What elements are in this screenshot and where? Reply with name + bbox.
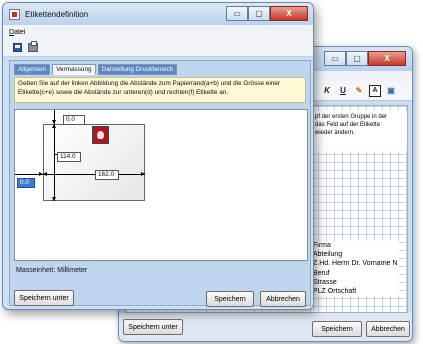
height-line <box>54 124 55 201</box>
tab-panel: Allgemein Vermassung Darstellung Druckbe… <box>9 60 311 307</box>
label-field-list: Firma Abteilung Z.Hd. Herrn Dr. Vorname … <box>311 241 400 297</box>
dialog-window-controls: ▭ ▢ X <box>226 6 308 21</box>
unit-label: Masseinheit: Millimeter <box>16 267 88 274</box>
background-info-text: pf der ersten Gruppe in der das Feld auf… <box>313 111 407 151</box>
width-line <box>43 174 145 175</box>
page-diagram: 0.0 114.0 162.0 0.0 <box>14 109 308 261</box>
arrow-down-icon <box>52 197 56 201</box>
desktop: ▭ ▢ X F K U ✎ A ▣ pf der ersten Gruppe i… <box>0 0 423 344</box>
color-icon[interactable]: ✎ <box>353 85 365 97</box>
background-button-bar: Speichern unter Speichern Abbrechen <box>119 313 412 341</box>
app-icon <box>9 8 20 20</box>
label-field[interactable]: Strasse <box>311 277 400 288</box>
arrow-right-icon <box>39 172 43 176</box>
close-button[interactable]: X <box>368 51 406 66</box>
height-field[interactable]: 114.0 <box>57 152 81 162</box>
label-definition-dialog: Etikettendefinition ▭ ▢ X Datei Allgemei… <box>2 2 314 310</box>
menu-file[interactable]: Datei <box>9 29 25 36</box>
minimize-button[interactable]: ▭ <box>324 51 346 66</box>
text-box-icon[interactable]: A <box>369 84 381 97</box>
maximize-button[interactable]: ▢ <box>346 51 368 66</box>
image-icon[interactable]: ▣ <box>385 85 397 97</box>
label-field[interactable]: PLZ Ortschaft <box>311 287 400 297</box>
width-field[interactable]: 162.0 <box>95 170 119 180</box>
maximize-button[interactable]: ▢ <box>248 6 270 21</box>
info-line: wieder ändern. <box>315 130 355 136</box>
save-button[interactable]: Speichern <box>312 321 362 337</box>
tab-strip: Allgemein Vermassung Darstellung Druckbe… <box>14 64 178 75</box>
dialog-titlebar: Etikettendefinition ▭ ▢ X <box>3 3 313 25</box>
label-field[interactable]: Z.Hd. Herrn Dr. Vorname N <box>311 259 400 269</box>
info-line: das Feld auf der Etikette <box>315 122 381 128</box>
label-field[interactable]: Abteilung <box>311 250 400 260</box>
print-icon[interactable] <box>28 41 38 52</box>
tab-general[interactable]: Allgemein <box>14 64 51 75</box>
label-logo-icon <box>92 126 109 144</box>
save-as-button[interactable]: Speichern unter <box>123 319 183 335</box>
arrow-right-icon <box>141 172 145 176</box>
save-button[interactable]: Speichern <box>206 291 254 307</box>
dialog-title: Etikettendefinition <box>25 9 89 19</box>
underline-button[interactable]: U <box>337 85 349 97</box>
menubar: Datei <box>3 25 313 39</box>
label-field[interactable]: Firma <box>311 241 400 251</box>
left-margin-field[interactable]: 0.0 <box>17 178 35 188</box>
cancel-button[interactable]: Abbrechen <box>260 291 306 307</box>
toolbar <box>3 39 313 57</box>
instruction-text: Geben Sie auf der linken Abbildung die A… <box>14 77 306 103</box>
tab-print-area[interactable]: Darstellung Druckbereich <box>97 64 178 75</box>
save-as-button[interactable]: Speichern unter <box>14 290 74 306</box>
arrow-up-icon <box>52 124 56 128</box>
label-field[interactable]: Beruf <box>311 268 400 278</box>
top-margin-field[interactable]: 0.0 <box>63 115 85 125</box>
save-icon[interactable] <box>13 43 22 52</box>
close-button[interactable]: X <box>270 6 308 21</box>
minimize-button[interactable]: ▭ <box>226 6 248 21</box>
info-line: pf der ersten Gruppe in der <box>315 114 388 120</box>
italic-button[interactable]: K <box>321 85 333 97</box>
background-window-controls: ▭ ▢ X <box>324 51 406 66</box>
cancel-button[interactable]: Abbrechen <box>366 321 410 337</box>
tab-dimensions[interactable]: Vermassung <box>52 64 96 75</box>
arrow-left-icon <box>43 172 47 176</box>
